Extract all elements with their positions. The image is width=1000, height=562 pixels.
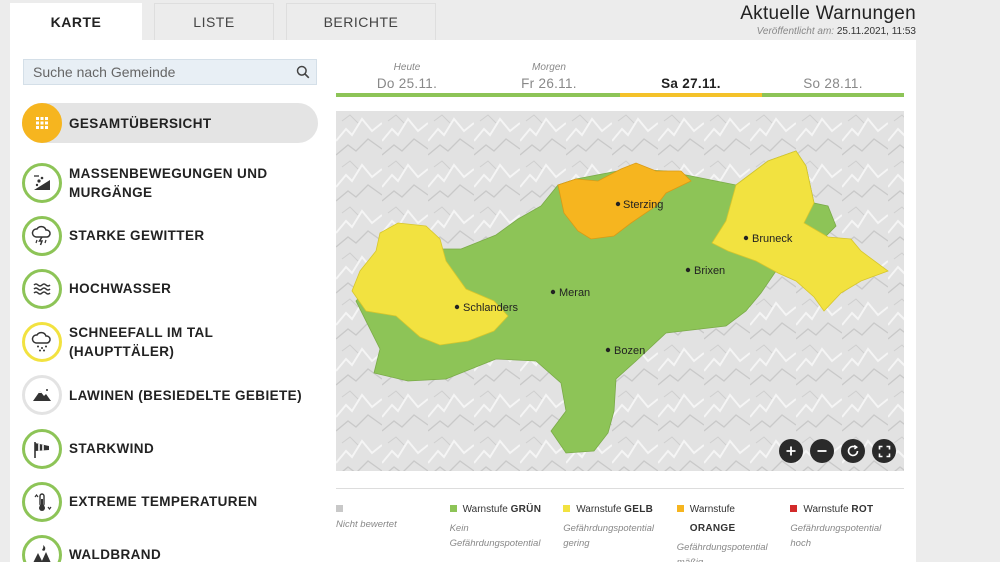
view-tabs: KARTE LISTE BERICHTE (10, 3, 436, 40)
warning-map[interactable]: Sterzing Bruneck Brixen Meran Schlanders… (336, 111, 904, 471)
category-starke-gewitter[interactable]: STARKE GEWITTER (22, 209, 318, 262)
category-schneefall[interactable]: SCHNEEFALL IM TAL (HAUPTTÄLER) (22, 316, 318, 369)
reset-icon[interactable] (841, 439, 865, 463)
legend-name: Warnstufe ORANGE (689, 504, 736, 534)
legend-swatch (676, 505, 684, 512)
legend-name: Warnstufe ROT (803, 504, 874, 515)
category-hochwasser[interactable]: HOCHWASSER (22, 262, 318, 315)
thunderstorm-icon (22, 215, 62, 256)
avalanche-icon (22, 375, 62, 416)
page-header: Aktuelle Warnungen Veröffentlicht am: 25… (740, 3, 916, 37)
forest-fire-icon (22, 534, 62, 562)
day-tab-today[interactable]: Heute Do 25.11. (336, 59, 478, 97)
map-panel: GESAMTÜBERSICHT MASSENBEWEGUNGEN UND MUR… (10, 40, 916, 562)
day-date: Fr 26.11. (521, 76, 577, 91)
legend-item-green: Warnstufe GRÜN Kein Gefährdungspotential (449, 503, 564, 562)
city-label-sterzing: Sterzing (623, 199, 663, 211)
legend-item-orange: WarnstufeORANGE Gefährdungspotential mäß… (676, 503, 791, 562)
category-label: STARKWIND (69, 441, 155, 457)
day-date: So 28.11. (803, 76, 863, 91)
grid-icon (22, 103, 62, 143)
day-tab-tomorrow[interactable]: Morgen Fr 26.11. (478, 59, 620, 97)
legend-desc: Nicht bewertet (336, 519, 397, 530)
legend-name: Warnstufe GELB (576, 504, 654, 515)
category-massenbewegungen[interactable]: MASSENBEWEGUNGEN UND MURGÄNGE (22, 156, 318, 209)
category-waldbrand[interactable]: WALDBRAND (22, 528, 318, 562)
category-label: HOCHWASSER (69, 281, 172, 297)
tab-berichte[interactable]: BERICHTE (286, 3, 436, 40)
category-label: SCHNEEFALL IM TAL (HAUPTTÄLER) (69, 325, 214, 360)
day-sub-label (620, 62, 762, 74)
map-canvas: Sterzing Bruneck Brixen Meran Schlanders… (336, 111, 904, 471)
day-sub-label: Heute (393, 62, 421, 73)
legend-swatch (790, 505, 798, 512)
legend-swatch (336, 505, 343, 512)
municipality-search (23, 59, 317, 85)
day-date: Sa 27.11. (661, 76, 721, 91)
snowfall-icon (22, 322, 62, 363)
landslide-icon (22, 162, 62, 203)
legend-desc: Kein Gefährdungspotential (449, 523, 541, 549)
day-tab-sunday[interactable]: So 28.11. (762, 59, 904, 97)
day-date: Do 25.11. (376, 76, 438, 91)
hazard-category-list: GESAMTÜBERSICHT MASSENBEWEGUNGEN UND MUR… (22, 103, 318, 562)
flood-icon (22, 268, 62, 309)
legend-item-red: Warnstufe ROT Gefährdungspotential hoch (790, 503, 904, 562)
page-title: Aktuelle Warnungen (740, 3, 916, 24)
city-label-meran: Meran (559, 287, 590, 299)
fullscreen-icon[interactable] (872, 439, 896, 463)
legend-desc: Gefährdungspotential hoch (790, 523, 882, 549)
category-gesamtuebersicht[interactable]: GESAMTÜBERSICHT (22, 103, 318, 143)
category-label: GESAMTÜBERSICHT (69, 115, 212, 131)
thermometer-icon (22, 481, 62, 522)
legend-item-yellow: Warnstufe GELB Gefährdungspotential geri… (563, 503, 677, 562)
category-label: STARKE GEWITTER (69, 228, 205, 244)
category-extreme-temperaturen[interactable]: EXTREME TEMPERATUREN (22, 475, 318, 528)
category-label: MASSENBEWEGUNGEN UND MURGÄNGE (69, 165, 268, 200)
day-sub-label (762, 62, 904, 74)
category-starkwind[interactable]: STARKWIND (22, 422, 318, 475)
city-label-bozen: Bozen (614, 345, 645, 357)
category-label: EXTREME TEMPERATUREN (69, 494, 258, 510)
tab-liste[interactable]: LISTE (154, 3, 274, 40)
tab-karte[interactable]: KARTE (10, 3, 142, 40)
city-label-brixen: Brixen (694, 265, 725, 277)
category-lawinen[interactable]: LAWINEN (BESIEDELTE GEBIETE) (22, 369, 318, 422)
legend-desc: Gefährdungspotential mäßig (676, 542, 768, 562)
search-input[interactable] (24, 64, 290, 80)
day-sub-label: Morgen (532, 62, 566, 73)
day-tab-saturday[interactable]: Sa 27.11. (620, 59, 762, 97)
zoom-out-icon[interactable] (810, 439, 834, 463)
published-value: 25.11.2021, 11:53 (836, 26, 916, 37)
search-icon[interactable] (290, 60, 316, 84)
page-margin (916, 40, 1000, 562)
city-label-bruneck: Bruneck (752, 233, 793, 245)
legend-swatch (449, 505, 457, 512)
legend-name: Warnstufe GRÜN (462, 504, 542, 515)
published-timestamp: Veröffentlicht am: 25.11.2021, 11:53 (740, 26, 916, 37)
category-label: LAWINEN (BESIEDELTE GEBIETE) (69, 387, 302, 403)
published-label: Veröffentlicht am: (756, 26, 835, 37)
map-controls (779, 439, 896, 463)
warning-legend: Nicht bewertet Warnstufe GRÜN Kein Gefäh… (336, 488, 904, 562)
day-selector: Heute Do 25.11. Morgen Fr 26.11. Sa 27.1… (336, 59, 904, 97)
windsock-icon (22, 428, 62, 469)
category-label: WALDBRAND (69, 547, 162, 562)
legend-item-grey: Nicht bewertet (336, 503, 450, 562)
zoom-in-icon[interactable] (779, 439, 803, 463)
legend-swatch (563, 505, 571, 512)
city-label-schlanders: Schlanders (463, 302, 519, 314)
legend-desc: Gefährdungspotential gering (563, 523, 655, 549)
